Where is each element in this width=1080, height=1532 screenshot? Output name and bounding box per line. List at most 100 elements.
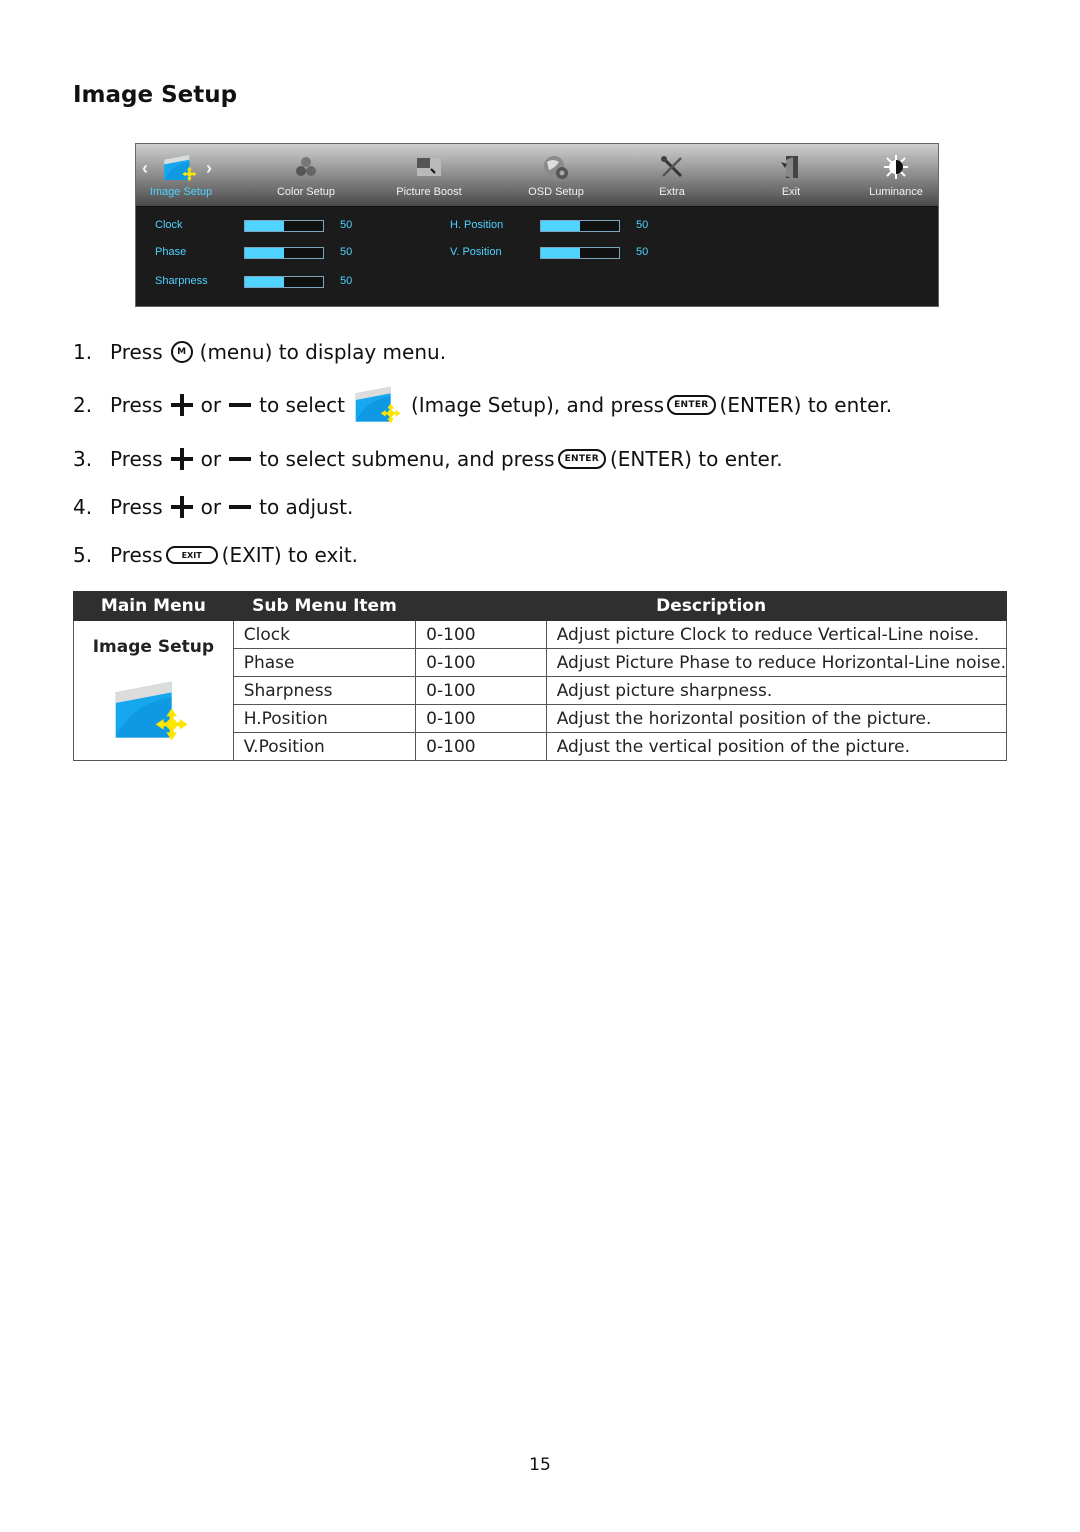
slider-fill xyxy=(541,221,580,231)
setting-label: Sharpness xyxy=(155,275,208,287)
table-row: Image Setup Clock 0-100 Adjust picture C… xyxy=(73,620,1008,761)
plus-icon xyxy=(170,448,193,470)
setting-slider[interactable] xyxy=(540,247,620,259)
setting-label: V. Position xyxy=(450,246,502,258)
value-range: 0-100 xyxy=(415,648,547,677)
step-5: 5. Press EXIT (EXIT) to exit. xyxy=(73,540,358,570)
step-text: or xyxy=(200,393,222,417)
step-text: (menu) to display menu. xyxy=(199,340,447,364)
setting-slider[interactable] xyxy=(244,220,324,232)
setting-slider[interactable] xyxy=(244,276,324,288)
step-4: 4. Press or to adjust. xyxy=(73,492,353,522)
step-number: 4. xyxy=(73,495,93,519)
sub-menu-item: Clock xyxy=(232,620,417,649)
tab-label: OSD Setup xyxy=(528,186,584,198)
step-text: to adjust. xyxy=(259,495,354,519)
osd-tab-osd-setup[interactable]: OSD Setup xyxy=(506,144,606,206)
main-menu-label: Image Setup xyxy=(92,637,215,657)
extra-icon xyxy=(661,156,683,178)
step-text: (Image Setup), and press xyxy=(410,393,665,417)
setting-value: 50 xyxy=(340,219,353,231)
tab-label: Luminance xyxy=(869,186,923,198)
setting-label: H. Position xyxy=(450,219,504,231)
osd-tab-image-setup[interactable]: Image Setup xyxy=(136,144,226,206)
step-text: Press xyxy=(110,393,163,417)
osd-tab-color-setup[interactable]: Color Setup xyxy=(256,144,356,206)
image-setup-icon xyxy=(113,679,193,743)
step-text: to select submenu, and press xyxy=(259,447,555,471)
picture-boost-icon xyxy=(417,158,441,176)
value-range: 0-100 xyxy=(415,620,547,649)
luminance-icon xyxy=(884,155,908,179)
setting-slider[interactable] xyxy=(244,247,324,259)
step-1: 1. Press M (menu) to display menu. xyxy=(73,337,446,367)
step-2: 2. Press or to select (Image Setup), and… xyxy=(73,390,892,420)
value-range: 0-100 xyxy=(415,704,547,733)
step-text: to select xyxy=(259,393,345,417)
sub-menu-item: V.Position xyxy=(232,732,417,761)
step-text: or xyxy=(200,495,222,519)
setting-value: 50 xyxy=(340,275,353,287)
description: Adjust the horizontal position of the pi… xyxy=(545,704,1008,733)
osd-tab-picture-boost[interactable]: Picture Boost xyxy=(379,144,479,206)
step-text: Press xyxy=(110,340,163,364)
exit-door-icon xyxy=(781,156,798,179)
step-3: 3. Press or to select submenu, and press… xyxy=(73,444,783,474)
step-text: Press xyxy=(110,543,163,567)
step-number: 5. xyxy=(73,543,93,567)
value-range: 0-100 xyxy=(415,676,547,705)
slider-fill xyxy=(245,277,284,287)
osd-tab-extra[interactable]: Extra xyxy=(622,144,722,206)
tab-label: Color Setup xyxy=(276,186,336,198)
setting-value: 50 xyxy=(636,219,649,231)
slider-fill xyxy=(541,248,580,258)
osd-setup-icon xyxy=(544,156,568,179)
header-description: Description xyxy=(415,591,1007,621)
slider-fill xyxy=(245,221,284,231)
setting-label: Clock xyxy=(155,219,183,231)
enter-button-icon: ENTER xyxy=(557,449,606,469)
slider-fill xyxy=(245,248,284,258)
plus-icon xyxy=(170,394,193,416)
step-number: 3. xyxy=(73,447,93,471)
osd-tab-exit[interactable]: Exit xyxy=(741,144,841,206)
step-text: Press xyxy=(110,447,163,471)
tab-label: Image Setup xyxy=(149,186,213,198)
osd-tab-luminance[interactable]: Luminance xyxy=(851,144,941,206)
exit-button-icon: EXIT xyxy=(165,546,218,564)
step-text: (ENTER) to enter. xyxy=(609,447,783,471)
setting-value: 50 xyxy=(636,246,649,258)
value-range: 0-100 xyxy=(415,732,547,761)
step-text: Press xyxy=(110,495,163,519)
plus-icon xyxy=(170,496,193,518)
step-text: (EXIT) to exit. xyxy=(221,543,359,567)
image-setup-icon xyxy=(353,385,405,425)
sub-menu-item: Sharpness xyxy=(232,676,417,705)
enter-button-icon: ENTER xyxy=(667,395,716,415)
minus-icon xyxy=(229,394,252,416)
description: Adjust the vertical position of the pict… xyxy=(545,732,1008,761)
osd-tab-bar: ‹ › Image Setup Color Setup Picture Boos… xyxy=(136,144,938,207)
image-setup-icon xyxy=(163,153,199,183)
tab-label: Extra xyxy=(659,186,685,198)
header-sub-menu-item: Sub Menu Item xyxy=(232,591,417,621)
step-text: or xyxy=(200,447,222,471)
color-setup-icon xyxy=(296,157,316,176)
step-text: (ENTER) to enter. xyxy=(719,393,893,417)
description: Adjust picture sharpness. xyxy=(545,676,1008,705)
sub-menu-item: H.Position xyxy=(232,704,417,733)
setting-label: Phase xyxy=(155,246,187,258)
tab-label: Exit xyxy=(781,186,801,198)
table-header-row: Main Menu Sub Menu Item Description xyxy=(73,591,1007,621)
tab-label: Picture Boost xyxy=(396,186,462,198)
setting-slider[interactable] xyxy=(540,220,620,232)
section-title: Image Setup xyxy=(73,82,238,108)
description: Adjust Picture Phase to reduce Horizonta… xyxy=(545,648,1008,677)
minus-icon xyxy=(229,496,252,518)
minus-icon xyxy=(229,448,252,470)
step-number: 2. xyxy=(73,393,93,417)
sub-menu-item: Phase xyxy=(232,648,417,677)
image-setup-table: Main Menu Sub Menu Item Description Imag… xyxy=(73,591,1008,761)
page-number: 15 xyxy=(529,1455,551,1475)
setting-value: 50 xyxy=(340,246,353,258)
